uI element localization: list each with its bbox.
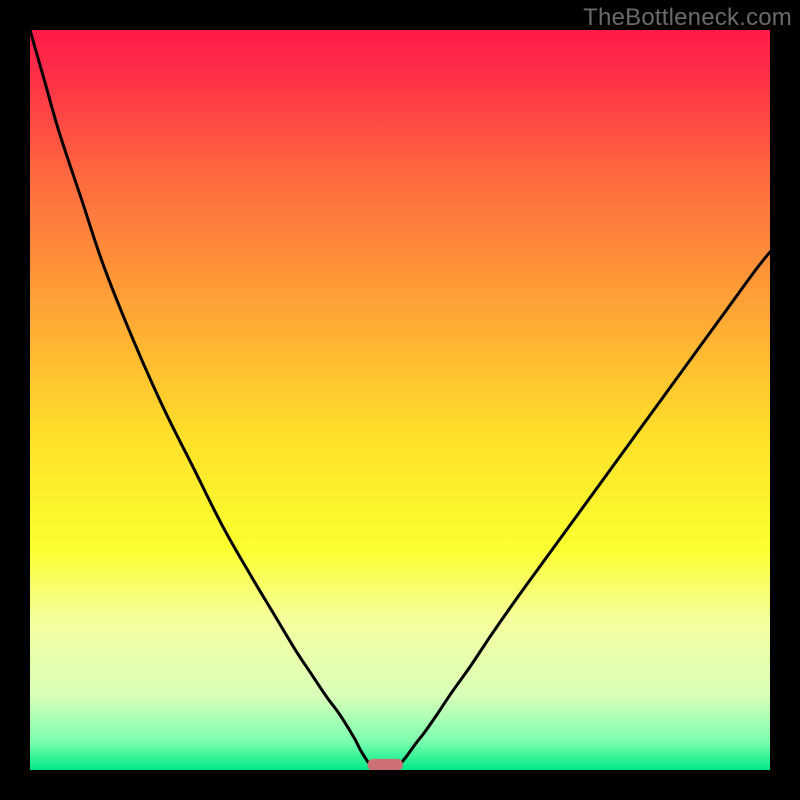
watermark-text: TheBottleneck.com [583, 4, 792, 32]
chart-frame: TheBottleneck.com [0, 0, 800, 800]
chart-plot [30, 30, 770, 770]
chart-background [30, 30, 770, 770]
minimum-marker [367, 759, 403, 770]
minimum-pill [367, 759, 403, 770]
